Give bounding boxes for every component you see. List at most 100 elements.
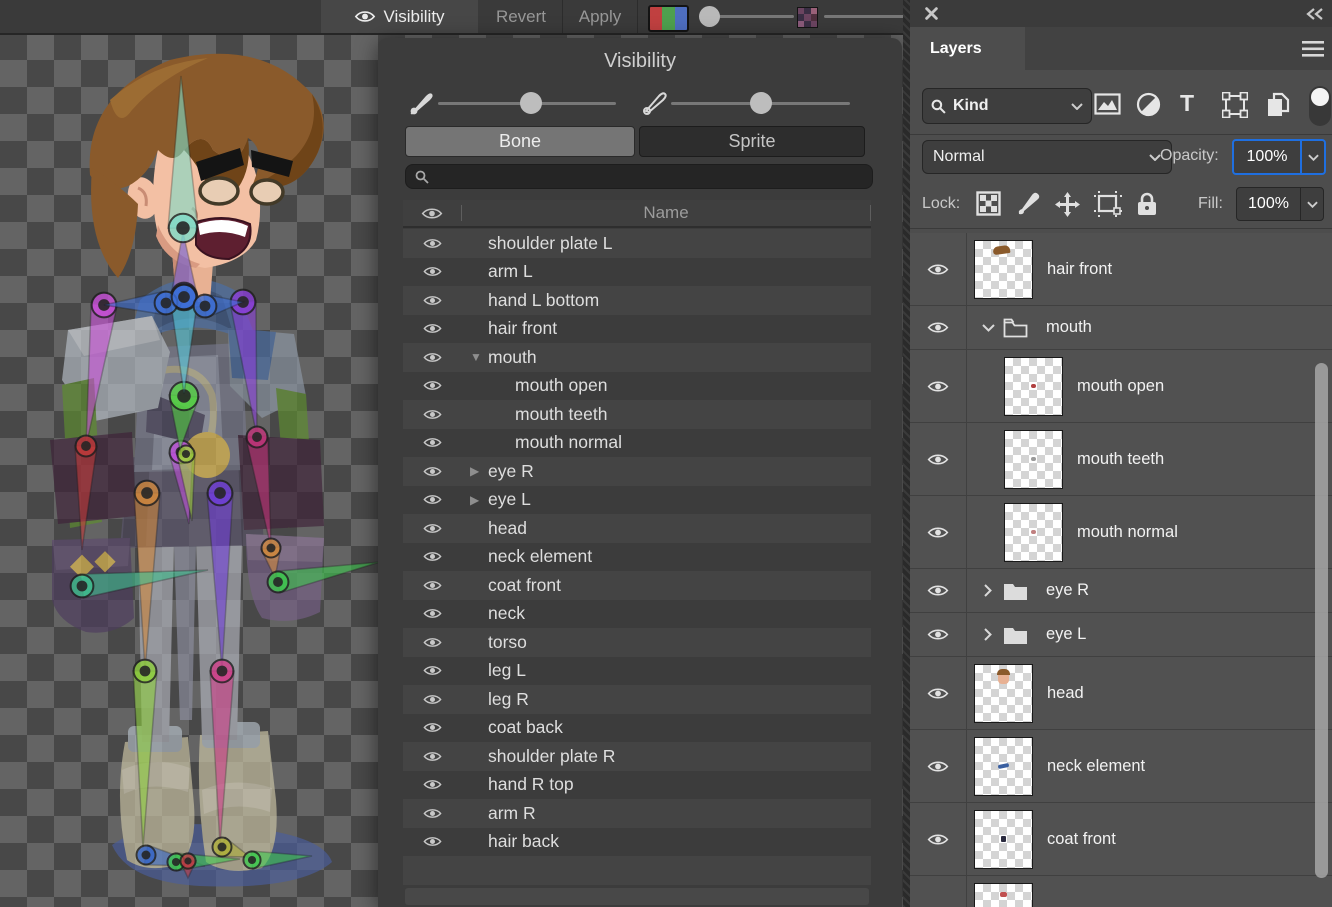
bone-row-label[interactable]: leg L [488,660,526,681]
row-visibility-toggle[interactable] [403,351,461,364]
bone-row-label[interactable]: hand R top [488,774,574,795]
toolbar-visibility-button[interactable]: Visibility [321,0,478,33]
row-visibility-toggle[interactable] [403,807,461,820]
row-visibility-toggle[interactable] [403,465,461,478]
fill-value[interactable]: 100% [1237,188,1300,220]
chevron-right-icon[interactable] [975,584,1001,597]
layer-name[interactable]: mouth normal [1077,523,1178,542]
layer-row-head[interactable]: head [910,657,1332,730]
layer-visibility-toggle[interactable] [910,423,967,495]
triangle-collapsed-icon[interactable]: ▶ [470,464,488,478]
bone-row-label[interactable]: arm L [488,261,533,282]
row-visibility-toggle[interactable] [403,750,461,763]
lock-transparent-pixels-icon[interactable] [976,191,1001,216]
bone-row-head[interactable]: head [403,514,871,543]
filter-adjustment-layers-icon[interactable] [1136,92,1161,117]
fill-chevron[interactable] [1300,188,1323,220]
bone-row-coat-back[interactable]: coat back [403,714,871,743]
layer-row-hair-front[interactable]: hair front [910,233,1332,306]
chevron-down-icon[interactable] [975,324,1001,332]
bone-colors-swatch[interactable] [648,5,689,32]
bone-row-neck-element[interactable]: neck element [403,543,871,572]
bone-row-arm-L[interactable]: arm L [403,258,871,287]
row-visibility-toggle[interactable] [403,778,461,791]
bone-row-label[interactable]: mouth normal [515,432,622,453]
layer-name[interactable]: mouth [1046,318,1092,337]
bone-row-label[interactable]: shoulder plate R [488,746,615,767]
layer-visibility-toggle[interactable] [910,803,967,875]
kind-filter-dropdown[interactable]: Kind [922,88,1092,124]
opacity-chevron[interactable] [1300,141,1324,173]
bone-row-label[interactable]: head [488,518,527,539]
row-visibility-toggle[interactable] [403,579,461,592]
bone-row-label[interactable]: neck [488,603,525,624]
row-visibility-toggle[interactable] [403,721,461,734]
sprite-opacity-slider-knob[interactable] [750,92,772,114]
layer-group-row-eye-L[interactable]: eye L [910,613,1332,657]
blend-mode-dropdown[interactable]: Normal [922,140,1172,174]
bone-row-label[interactable]: mouth teeth [515,404,607,425]
layer-thumbnail[interactable] [1004,430,1063,489]
layer-thumbnail[interactable] [974,883,1033,907]
layer-row-coat-front[interactable]: coat front [910,803,1332,876]
bone-row-hand-R-top[interactable]: hand R top [403,771,871,800]
row-visibility-toggle[interactable] [403,237,461,250]
bone-row-label[interactable]: leg R [488,689,529,710]
lock-position-icon[interactable] [1054,191,1081,218]
bone-row-hair-front[interactable]: hair front [403,315,871,344]
row-visibility-toggle[interactable] [403,322,461,335]
layers-scrollbar-thumb[interactable] [1315,363,1328,878]
layer-visibility-toggle[interactable] [910,306,967,349]
layer-row-partial[interactable] [910,876,1332,907]
layer-thumbnail[interactable] [1004,503,1063,562]
layer-name[interactable]: mouth open [1077,377,1164,396]
sprite-dim-slider-track[interactable] [824,15,906,18]
layer-row-mouth-open[interactable]: mouth open [910,350,1332,423]
layer-group-row-eye-R[interactable]: eye R [910,569,1332,613]
layer-name[interactable]: mouth teeth [1077,450,1164,469]
bone-row-label[interactable]: hair front [488,318,557,339]
layer-name[interactable]: hair front [1047,260,1112,279]
bone-row-coat-front[interactable]: coat front [403,571,871,600]
row-visibility-toggle[interactable] [403,265,461,278]
filter-toggle-icon[interactable] [1308,85,1332,127]
layer-visibility-toggle[interactable] [910,569,967,612]
row-visibility-toggle[interactable] [403,693,461,706]
bone-row-leg-R[interactable]: leg R [403,685,871,714]
sprite-dim-swatch[interactable] [797,7,818,28]
apply-button[interactable]: Apply [565,0,635,33]
filter-pixel-layers-icon[interactable] [1094,92,1121,116]
layer-visibility-toggle[interactable] [910,350,967,422]
bone-row-label[interactable]: eye R [488,461,534,482]
layer-row-neck-element[interactable]: neck element [910,730,1332,803]
revert-button[interactable]: Revert [480,0,562,33]
panel-gutter[interactable] [903,0,910,907]
bone-row-neck[interactable]: neck [403,600,871,629]
layer-visibility-toggle[interactable] [910,233,967,305]
row-visibility-toggle[interactable] [403,294,461,307]
bone-row-label[interactable]: eye L [488,489,531,510]
lock-artboard-icon[interactable] [1094,191,1122,217]
opacity-value[interactable]: 100% [1234,141,1300,173]
bone-row-label[interactable]: torso [488,632,527,653]
opacity-value-box[interactable]: 100% [1232,139,1326,175]
bone-row-label[interactable]: coat front [488,575,561,596]
row-visibility-toggle[interactable] [403,607,461,620]
layer-visibility-toggle[interactable] [910,876,967,907]
bone-row-eye-R[interactable]: ▶eye R [403,457,871,486]
bone-row-hair-back[interactable]: hair back [403,828,871,857]
row-visibility-toggle[interactable] [403,550,461,563]
bone-row-eye-L[interactable]: ▶eye L [403,486,871,515]
layer-thumbnail[interactable] [974,737,1033,796]
bone-row-hand-L-bottom[interactable]: hand L bottom [403,286,871,315]
layer-visibility-toggle[interactable] [910,657,967,729]
bone-row-mouth-open[interactable]: mouth open [403,372,871,401]
layer-name[interactable]: neck element [1047,757,1145,776]
bone-row-label[interactable]: hand L bottom [488,290,599,311]
bone-opacity-slider-knob[interactable] [520,92,542,114]
bone-row-leg-L[interactable]: leg L [403,657,871,686]
triangle-collapsed-icon[interactable]: ▶ [470,493,488,507]
row-visibility-toggle[interactable] [403,436,461,449]
bone-row-shoulder-plate-R[interactable]: shoulder plate R [403,742,871,771]
search-input[interactable] [405,164,873,189]
